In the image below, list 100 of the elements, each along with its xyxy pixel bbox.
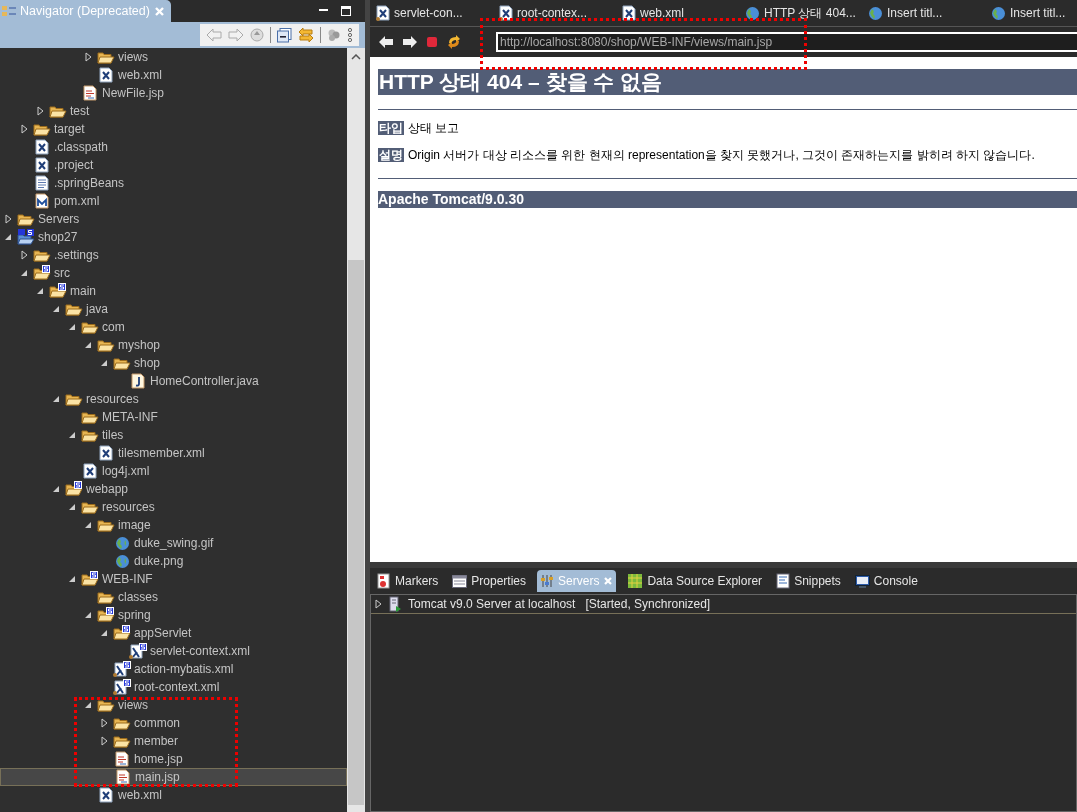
tree-item[interactable]: java	[84, 302, 108, 316]
collapsed-arrow-icon[interactable]	[20, 250, 28, 260]
editor-tab[interactable]: root-contex...	[499, 5, 622, 21]
stop-icon[interactable]	[426, 36, 438, 48]
tree-item[interactable]: spring	[116, 608, 151, 622]
tree-item[interactable]: webapp	[84, 482, 129, 496]
tree-item[interactable]: WEB-INF	[100, 572, 153, 586]
tree-item[interactable]: src	[52, 266, 70, 280]
maximize-icon[interactable]	[341, 6, 351, 16]
editor-tab[interactable]: Insert titl...	[868, 5, 991, 21]
scroll-thumb[interactable]	[348, 260, 364, 805]
tree-item[interactable]: views	[116, 50, 148, 64]
link-arrows-icon[interactable]	[298, 27, 314, 43]
tree-item[interactable]: META-INF	[100, 410, 158, 424]
expanded-arrow-icon[interactable]	[52, 395, 60, 403]
scrollbar[interactable]	[347, 48, 365, 812]
tree-item[interactable]: pom.xml	[52, 194, 100, 208]
expanded-arrow-icon[interactable]	[52, 485, 60, 493]
tree-item[interactable]: NewFile.jsp	[100, 86, 164, 100]
forward-icon[interactable]	[402, 35, 418, 49]
expanded-arrow-icon[interactable]	[84, 611, 92, 619]
url-field[interactable]: http://localhost:8080/shop/WEB-INF/views/main.jsp	[496, 32, 1077, 52]
view-tab[interactable]: Snippets	[773, 570, 844, 592]
folder-icon	[113, 625, 131, 641]
editor-tab[interactable]: HTTP 상태 404...	[745, 4, 868, 22]
view-tab[interactable]: Markers	[374, 570, 442, 592]
editor-tab[interactable]: web.xml	[622, 5, 745, 21]
tree-item[interactable]: myshop	[116, 338, 161, 352]
expanded-arrow-icon[interactable]	[68, 431, 76, 439]
tree-item[interactable]: duke.png	[132, 554, 184, 568]
view-tab[interactable]: Properties	[449, 570, 530, 592]
tree-item[interactable]: shop27	[36, 230, 78, 244]
view-tab[interactable]: Console	[851, 570, 921, 592]
tree-item[interactable]: member	[132, 734, 178, 748]
selected-tree-row[interactable]: main.jsp	[0, 768, 347, 786]
folder-icon	[97, 49, 115, 65]
tree-item[interactable]: appServlet	[132, 626, 192, 640]
folder-icon	[81, 571, 99, 587]
collapsed-arrow-icon[interactable]	[36, 106, 44, 116]
expanded-arrow-icon[interactable]	[68, 323, 76, 331]
collapsed-arrow-icon[interactable]	[100, 736, 108, 746]
collapsed-arrow-icon[interactable]	[375, 599, 382, 609]
folder-icon	[33, 265, 51, 281]
tree-item[interactable]: servlet-context.xml	[148, 644, 251, 658]
collapsed-arrow-icon[interactable]	[100, 718, 108, 728]
tree-item[interactable]: views	[116, 698, 148, 712]
folder-icon	[97, 517, 115, 533]
refresh-icon[interactable]	[446, 34, 462, 50]
tree-item[interactable]: .classpath	[52, 140, 109, 154]
tree-item[interactable]: web.xml	[116, 788, 162, 802]
tree-item[interactable]: shop	[132, 356, 161, 370]
tree-item[interactable]: action-mybatis.xml	[132, 662, 234, 676]
tree-item[interactable]: tiles	[100, 428, 124, 442]
editor-tab[interactable]: Insert titl...	[991, 5, 1077, 21]
tree-item[interactable]: duke_swing.gif	[132, 536, 214, 550]
xml-file-icon	[99, 67, 113, 83]
collapsed-arrow-icon[interactable]	[20, 124, 28, 134]
view-menu-icon[interactable]	[347, 28, 353, 42]
expanded-arrow-icon[interactable]	[84, 341, 92, 349]
tree-item[interactable]: com	[100, 320, 125, 334]
expanded-arrow-icon[interactable]	[100, 359, 108, 367]
tree-item[interactable]: HomeController.java	[148, 374, 259, 388]
tree-item[interactable]: .springBeans	[52, 176, 125, 190]
field-label: 설명	[378, 148, 404, 162]
collapsed-arrow-icon[interactable]	[84, 52, 92, 62]
expanded-arrow-icon[interactable]	[36, 287, 44, 295]
expanded-arrow-icon[interactable]	[68, 503, 76, 511]
back-icon[interactable]	[378, 35, 394, 49]
tree-item[interactable]: target	[52, 122, 85, 136]
expanded-arrow-icon[interactable]	[52, 305, 60, 313]
expanded-arrow-icon[interactable]	[84, 521, 92, 529]
editor-tab[interactable]: servlet-con...	[376, 5, 499, 21]
tree-item[interactable]: .settings	[52, 248, 99, 262]
expanded-arrow-icon[interactable]	[100, 629, 108, 637]
collapse-all-icon[interactable]	[277, 27, 292, 43]
expanded-arrow-icon[interactable]	[4, 233, 12, 241]
folder-icon	[97, 697, 115, 713]
tree-item[interactable]: log4j.xml	[100, 464, 150, 478]
tree-item[interactable]: web.xml	[116, 68, 162, 82]
tree-item[interactable]: tilesmember.xml	[116, 446, 205, 460]
view-tab[interactable]: Data Source Explorer	[624, 570, 766, 592]
tree-item[interactable]: main	[68, 284, 96, 298]
tree-item[interactable]: .project	[52, 158, 94, 172]
tree-item[interactable]: test	[68, 104, 90, 118]
tree-item[interactable]: home.jsp	[132, 752, 183, 766]
scroll-up-icon[interactable]	[351, 54, 361, 60]
tree-item[interactable]: resources	[84, 392, 139, 406]
tree-item[interactable]: common	[132, 716, 180, 730]
tree-item[interactable]: resources	[100, 500, 155, 514]
expanded-arrow-icon[interactable]	[20, 269, 28, 277]
expanded-arrow-icon[interactable]	[84, 701, 92, 709]
server-name[interactable]: Tomcat v9.0 Server at localhost	[408, 597, 576, 611]
tree-item[interactable]: root-context.xml	[132, 680, 220, 694]
collapsed-arrow-icon[interactable]	[4, 214, 12, 224]
jsp-file-icon	[83, 85, 97, 101]
field-text: 상태 보고	[408, 121, 460, 135]
tree-item[interactable]: image	[116, 518, 151, 532]
tree-item[interactable]: classes	[116, 590, 158, 604]
tree-item[interactable]: Servers	[36, 212, 80, 226]
expanded-arrow-icon[interactable]	[68, 575, 76, 583]
